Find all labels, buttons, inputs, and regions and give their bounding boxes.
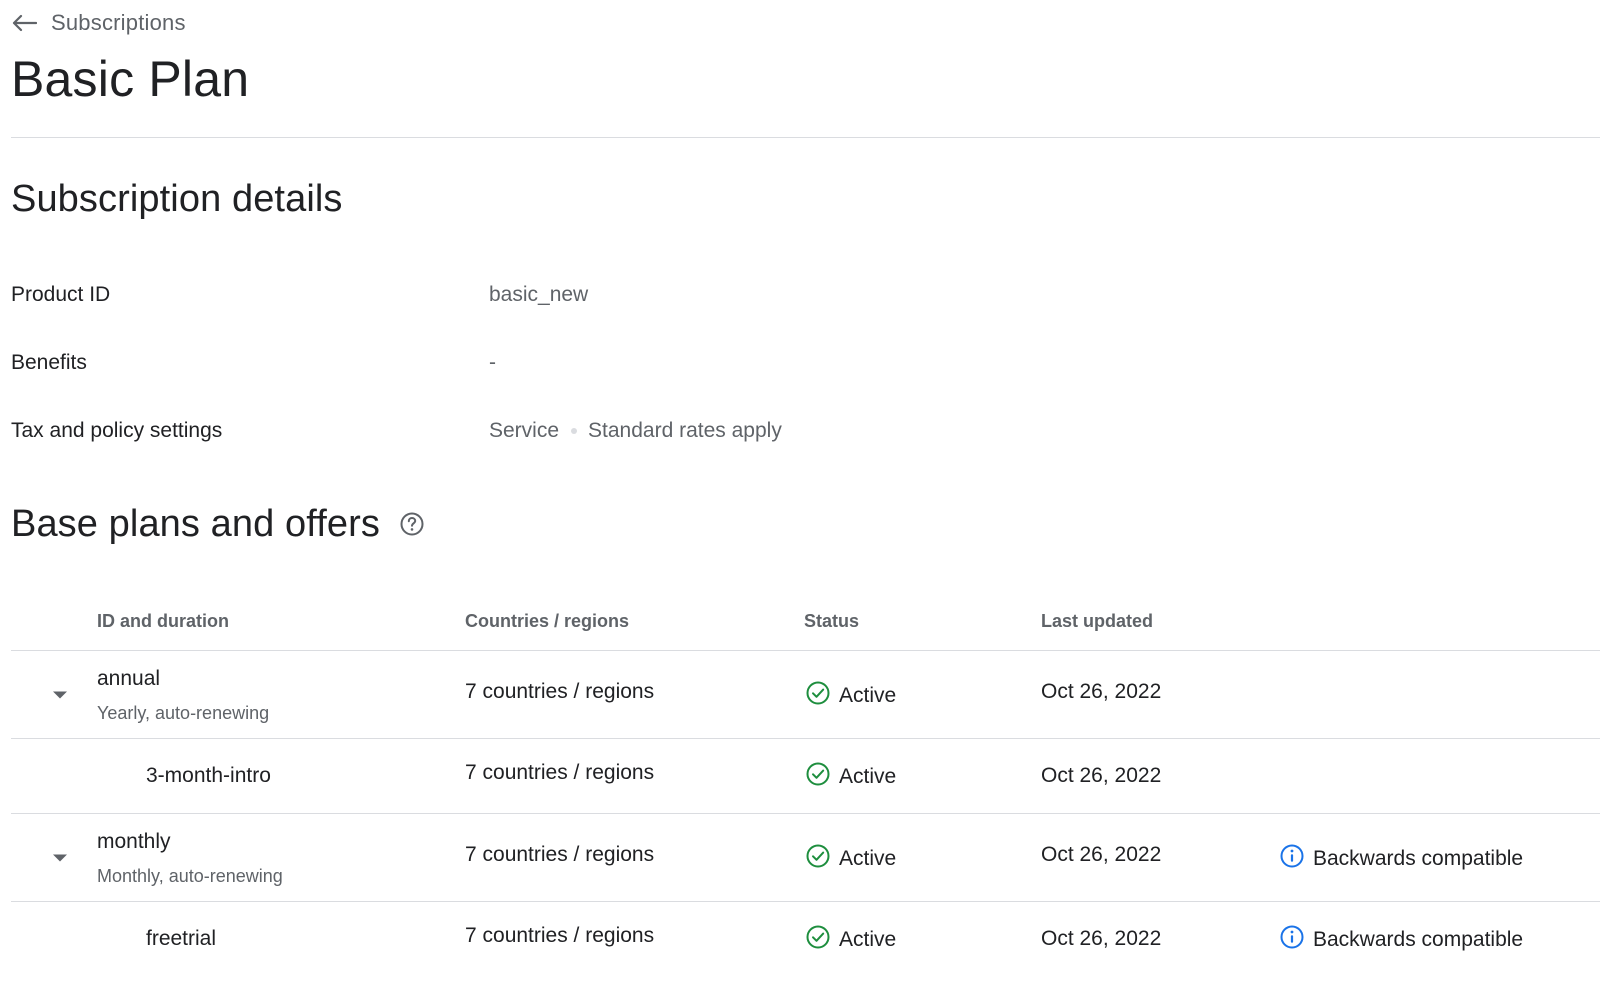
status-cell: Active <box>805 680 896 712</box>
check-circle-icon <box>805 761 831 793</box>
benefits-value: - <box>489 351 496 374</box>
subscription-details-title: Subscription details <box>11 178 343 220</box>
tax-category: Service <box>489 419 560 442</box>
title-divider <box>11 137 1600 138</box>
base-plan-duration: Monthly, auto-renewing <box>97 866 283 886</box>
note-label: Backwards compatible <box>1313 847 1524 870</box>
chevron-down-icon[interactable] <box>51 852 69 864</box>
table-row-freetrial[interactable]: freetrial 7 countries / regions Active O… <box>11 902 1600 982</box>
last-updated-cell: Oct 26, 2022 <box>1041 764 1162 787</box>
breadcrumb-back-link[interactable]: Subscriptions <box>11 8 186 38</box>
status-label: Active <box>839 928 897 951</box>
status-label: Active <box>839 684 897 707</box>
base-plans-title: Base plans and offers <box>11 503 425 547</box>
backwards-compatible-note[interactable]: Backwards compatible <box>1279 924 1523 956</box>
base-plan-duration: Yearly, auto-renewing <box>97 703 270 723</box>
last-updated-cell: Oct 26, 2022 <box>1041 680 1162 703</box>
product-id-value: basic_new <box>489 283 589 306</box>
check-circle-icon <box>805 843 831 875</box>
table-row-3-month-intro[interactable]: 3-month-intro 7 countries / regions Acti… <box>11 739 1600 814</box>
last-updated-cell: Oct 26, 2022 <box>1041 843 1162 866</box>
tax-policy-label: Tax and policy settings <box>11 419 223 442</box>
column-header-id[interactable]: ID and duration <box>97 611 229 632</box>
countries-cell: 7 countries / regions <box>465 924 655 947</box>
column-header-status[interactable]: Status <box>804 611 859 632</box>
separator-dot <box>571 428 578 434</box>
backwards-compatible-note[interactable]: Backwards compatible <box>1279 843 1523 875</box>
last-updated-cell: Oct 26, 2022 <box>1041 927 1162 950</box>
status-cell: Active <box>805 761 896 793</box>
product-id-label: Product ID <box>11 283 111 306</box>
note-label: Backwards compatible <box>1313 928 1524 951</box>
tax-policy-value: Service Standard rates apply <box>489 419 782 443</box>
status-label: Active <box>839 765 897 788</box>
countries-cell: 7 countries / regions <box>465 680 655 703</box>
status-cell: Active <box>805 924 896 956</box>
offer-id[interactable]: freetrial <box>146 927 216 951</box>
column-header-last-updated[interactable]: Last updated <box>1041 611 1153 632</box>
base-plan-id[interactable]: annual <box>97 667 160 691</box>
table-row-monthly[interactable]: monthly Monthly, auto-renewing 7 countri… <box>11 814 1600 902</box>
arrow-back-icon <box>11 13 37 33</box>
base-plan-id[interactable]: monthly <box>97 830 171 854</box>
help-circle-icon[interactable] <box>399 504 425 547</box>
status-cell: Active <box>805 843 896 875</box>
page-title: Basic Plan <box>11 51 250 107</box>
status-label: Active <box>839 847 897 870</box>
base-plans-title-text: Base plans and offers <box>11 503 380 545</box>
info-icon <box>1279 843 1305 875</box>
breadcrumb-label: Subscriptions <box>51 10 186 35</box>
column-header-countries[interactable]: Countries / regions <box>465 611 629 632</box>
table-row-annual[interactable]: annual Yearly, auto-renewing 7 countries… <box>11 651 1600 739</box>
benefits-label: Benefits <box>11 351 87 374</box>
offer-id[interactable]: 3-month-intro <box>146 764 271 788</box>
countries-cell: 7 countries / regions <box>465 761 655 784</box>
countries-cell: 7 countries / regions <box>465 843 655 866</box>
check-circle-icon <box>805 924 831 956</box>
check-circle-icon <box>805 680 831 712</box>
info-icon <box>1279 924 1305 956</box>
tax-rate: Standard rates apply <box>588 419 782 442</box>
chevron-down-icon[interactable] <box>51 689 69 701</box>
